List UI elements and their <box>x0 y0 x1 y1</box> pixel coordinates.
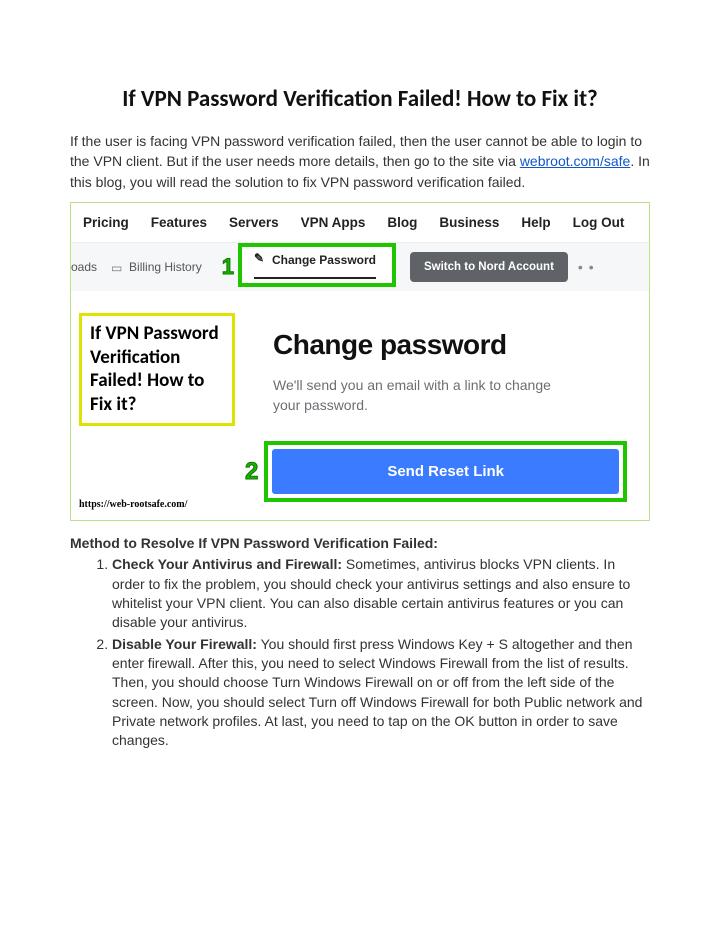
tab-change-password[interactable]: Change Password <box>238 243 396 287</box>
account-tabs-bar: oads Billing History 1 Change Password S… <box>71 243 649 291</box>
tab-billing-history[interactable]: Billing History <box>111 260 220 274</box>
switch-account-button[interactable]: Switch to Nord Account <box>410 252 568 282</box>
method-heading: Method to Resolve If VPN Password Verifi… <box>70 535 650 551</box>
method-list: Check Your Antivirus and Firewall: Somet… <box>112 555 650 750</box>
tab-downloads-partial[interactable]: oads <box>71 260 111 274</box>
webroot-link[interactable]: webroot.com/safe <box>520 153 631 169</box>
nav-vpn-apps[interactable]: VPN Apps <box>301 215 366 230</box>
tab-change-password-label: Change Password <box>272 253 376 267</box>
top-nav: Pricing Features Servers VPN Apps Blog B… <box>71 203 649 243</box>
method-step-2: Disable Your Firewall: You should first … <box>112 635 650 751</box>
more-icon[interactable]: • • <box>578 259 595 275</box>
instruction-screenshot: Pricing Features Servers VPN Apps Blog B… <box>70 202 650 522</box>
method-step-2-body: You should first press Windows Key + S a… <box>112 636 642 749</box>
nav-logout[interactable]: Log Out <box>573 215 625 230</box>
change-password-subtext: We'll send you an email with a link to c… <box>273 375 573 416</box>
nav-servers[interactable]: Servers <box>229 215 279 230</box>
page-title: If VPN Password Verification Failed! How… <box>70 85 650 113</box>
annotation-step-2: 2 <box>245 458 258 486</box>
method-step-1: Check Your Antivirus and Firewall: Somet… <box>112 555 650 632</box>
change-password-heading: Change password <box>273 329 627 361</box>
nav-pricing[interactable]: Pricing <box>83 215 129 230</box>
nav-features[interactable]: Features <box>151 215 207 230</box>
annotation-step-1: 1 <box>220 254 238 280</box>
overlay-callout-box: If VPN Password Verification Failed! How… <box>79 313 235 426</box>
method-step-2-label: Disable Your Firewall: <box>112 636 257 652</box>
nav-help[interactable]: Help <box>521 215 550 230</box>
overlay-source-url: https://web-rootsafe.com/ <box>79 499 235 514</box>
nav-blog[interactable]: Blog <box>387 215 417 230</box>
intro-paragraph: If the user is facing VPN password verif… <box>70 131 650 192</box>
method-step-1-label: Check Your Antivirus and Firewall: <box>112 556 342 572</box>
tab-underline <box>254 277 376 279</box>
tab-billing-history-label: Billing History <box>129 260 202 274</box>
card-icon <box>111 261 123 273</box>
edit-icon <box>254 254 266 266</box>
send-reset-link-button[interactable]: Send Reset Link <box>272 449 619 494</box>
nav-business[interactable]: Business <box>439 215 499 230</box>
send-reset-highlight: Send Reset Link <box>264 441 627 502</box>
